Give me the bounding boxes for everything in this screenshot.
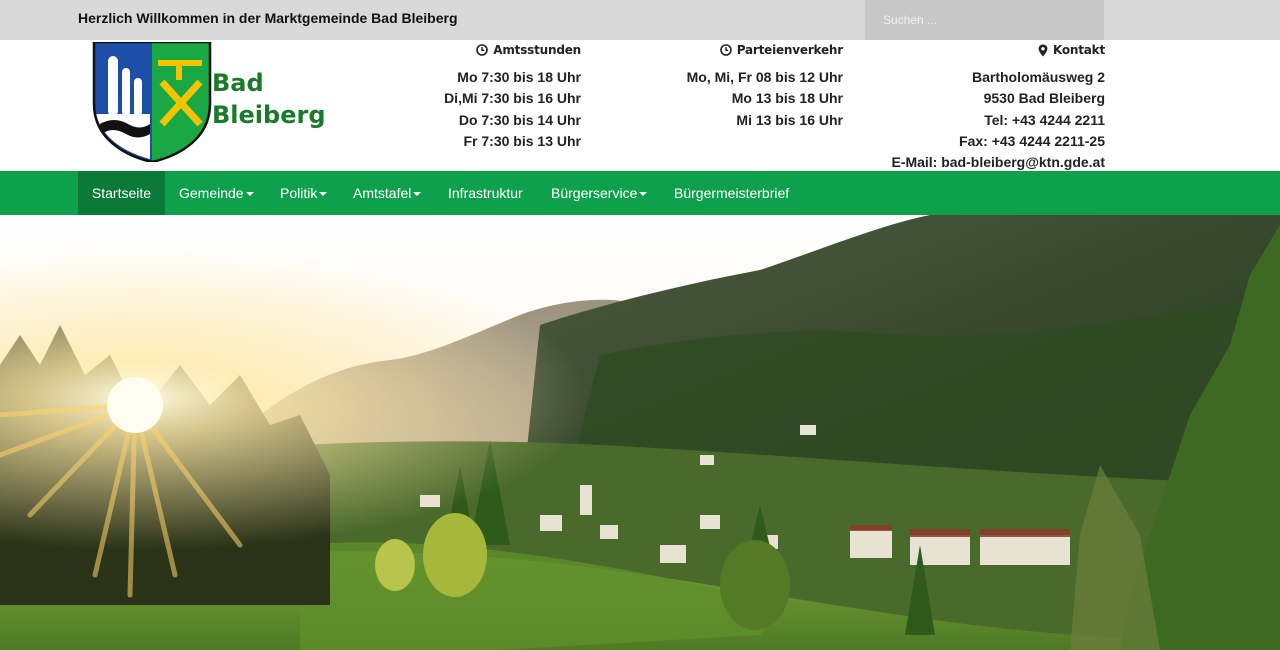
nav-item-buergermeisterbrief[interactable]: Bürgermeisterbrief: [674, 171, 789, 215]
coat-of-arms-logo[interactable]: [92, 42, 212, 162]
amtsstunden-line: Mo 7:30 bis 18 Uhr: [457, 69, 581, 85]
nav-item-label: Startseite: [91, 185, 152, 201]
brand-line-1: Bad: [212, 69, 264, 97]
nav-item-label: Bürgerservice: [551, 185, 638, 201]
nav-item-label: Gemeinde: [179, 185, 244, 201]
nav-item-infrastruktur[interactable]: Infrastruktur: [448, 171, 523, 215]
caret-down-icon: [413, 192, 422, 197]
parteienverkehr-line: Mo 13 bis 18 Uhr: [731, 90, 843, 107]
amtsstunden-block: Amtsstunden Mo 7:30 bis 18 Uhr Di,Mi 7:3…: [400, 40, 581, 152]
clock-icon: [719, 44, 732, 56]
nav-item-buergerservice[interactable]: Bürgerservice: [551, 171, 648, 215]
kontakt-address: Bartholomäusweg 2: [971, 69, 1105, 85]
map-marker-icon: [1038, 44, 1048, 56]
amtsstunden-title: Amtsstunden: [493, 43, 581, 57]
welcome-text: Herzlich Willkommen in der Marktgemeinde…: [78, 10, 458, 26]
amtsstunden-line: Do 7:30 bis 14 Uhr: [458, 111, 581, 128]
nav-item-amtstafel[interactable]: Amtstafel: [353, 171, 422, 215]
clock-icon: [476, 44, 489, 56]
valley-landscape-image: [0, 215, 1280, 650]
kontakt-phone[interactable]: Tel: +43 4244 2211: [840, 110, 1105, 131]
parteienverkehr-block: Parteienverkehr Mo, Mi, Fr 08 bis 12 Uhr…: [640, 40, 844, 131]
kontakt-block: Kontakt Bartholomäusweg 2 9530 Bad Bleib…: [840, 40, 1105, 173]
nav-item-label: Amtstafel: [353, 185, 412, 201]
brand-name[interactable]: Bad Bleiberg: [212, 67, 326, 131]
kontakt-title: Kontakt: [1052, 43, 1105, 57]
hero-image: [0, 215, 1280, 650]
nav-item-label: Bürgermeisterbrief: [674, 185, 790, 201]
brand-line-2: Bleiberg: [212, 101, 326, 129]
parteienverkehr-title: Parteienverkehr: [736, 43, 843, 57]
parteienverkehr-line: Mo, Mi, Fr 08 bis 12 Uhr: [686, 69, 843, 85]
top-bar: Herzlich Willkommen in der Marktgemeinde…: [0, 0, 1280, 40]
search-input[interactable]: [865, 0, 1104, 40]
caret-down-icon: [639, 192, 648, 197]
kontakt-city: 9530 Bad Bleiberg: [983, 90, 1105, 107]
main-nav: Startseite Gemeinde Politik Amtstafel In…: [0, 171, 1280, 215]
amtsstunden-line: Fr 7:30 bis 13 Uhr: [463, 132, 582, 149]
nav-item-label: Politik: [280, 185, 318, 201]
kontakt-fax: Fax: +43 4244 2211-25: [959, 132, 1105, 149]
nav-item-startseite[interactable]: Startseite: [78, 171, 165, 215]
caret-down-icon: [319, 192, 328, 197]
nav-item-label: Infrastruktur: [448, 185, 523, 201]
nav-item-politik[interactable]: Politik: [280, 171, 328, 215]
nav-item-gemeinde[interactable]: Gemeinde: [179, 171, 254, 215]
amtsstunden-line: Di,Mi 7:30 bis 16 Uhr: [444, 90, 581, 107]
header: Bad Bleiberg Amtsstunden Mo 7:30 bis 18 …: [0, 40, 1280, 171]
caret-down-icon: [245, 192, 254, 197]
parteienverkehr-line: Mi 13 bis 16 Uhr: [736, 111, 843, 128]
